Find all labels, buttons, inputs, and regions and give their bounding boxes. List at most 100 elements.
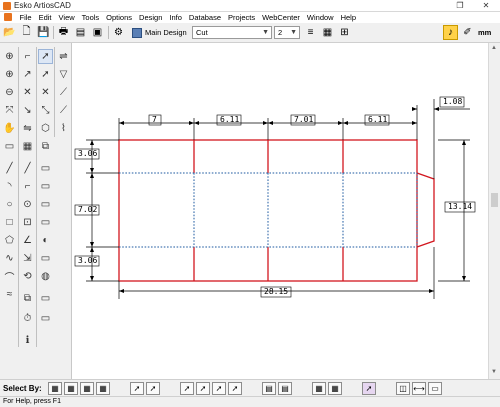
bleed-icon[interactable]: ▭ xyxy=(38,251,53,266)
corner-icon[interactable]: ⌐ xyxy=(20,179,35,194)
select-arrow-icon[interactable]: ➚ xyxy=(38,49,53,64)
snap-angle-icon[interactable]: ⌇ xyxy=(56,121,71,136)
select-crossing-icon[interactable]: ▦ xyxy=(96,382,110,395)
vertical-scrollbar[interactable]: ▲ ▼ xyxy=(488,43,500,379)
dim-height[interactable]: 13.14 xyxy=(448,202,472,211)
flap-icon[interactable]: ◐ xyxy=(38,233,53,248)
zoom-in-icon[interactable]: ⊕ xyxy=(2,49,17,64)
new-icon[interactable]: 🗋 xyxy=(19,25,34,40)
grid-icon[interactable]: ⊞ xyxy=(337,25,352,40)
dim-glue-flap[interactable]: 1.08 xyxy=(443,97,462,106)
select-pointage-icon[interactable]: ➚ xyxy=(228,382,242,395)
layer-icon[interactable]: ▭ xyxy=(38,291,53,306)
document-icon[interactable] xyxy=(4,13,12,21)
select-between-icon[interactable]: ◫ xyxy=(396,382,410,395)
ruler-icon[interactable]: ✐ xyxy=(460,25,475,40)
select-plus-icon[interactable]: ➚ xyxy=(38,67,53,82)
graphic-icon[interactable]: ◍ xyxy=(38,269,53,284)
dim-panel-3[interactable]: 7.01 xyxy=(294,115,313,124)
open-icon[interactable]: 📂 xyxy=(2,25,17,40)
view-icon[interactable]: ▣ xyxy=(90,25,105,40)
snap-mid-icon[interactable]: ⟋ xyxy=(56,85,71,100)
zoom-rect-icon[interactable]: ⊕ xyxy=(2,67,17,82)
dim-panel-2[interactable]: 6.11 xyxy=(220,115,239,124)
drawing-canvas[interactable]: 7 6.11 7.01 6.11 1.08 3.06 7.02 3.06 13.… xyxy=(72,43,488,379)
layers-icon[interactable]: ▤ xyxy=(73,25,88,40)
perf-icon[interactable]: ▭ xyxy=(38,197,53,212)
text-tool-icon[interactable]: ⊡ xyxy=(20,215,35,230)
arc-tool-icon[interactable]: ◝ xyxy=(2,179,17,194)
view-3d-icon[interactable]: ▭ xyxy=(2,139,17,154)
design-tree-icon[interactable]: ⚙ xyxy=(111,25,126,40)
menu-database[interactable]: Database xyxy=(185,13,224,22)
dim-body[interactable]: 7.02 xyxy=(78,205,97,214)
menu-info[interactable]: Info xyxy=(166,13,186,22)
info-icon[interactable]: ℹ xyxy=(20,333,35,348)
clear-select-icon[interactable]: ✕ xyxy=(38,85,53,100)
select-extend-icon[interactable]: ⟷ xyxy=(412,382,426,395)
select-outside-icon[interactable]: ▦ xyxy=(64,382,78,395)
line-tool-icon[interactable]: ╱ xyxy=(2,161,17,176)
menu-webcenter[interactable]: WebCenter xyxy=(259,13,304,22)
select-arc-icon[interactable]: ➚ xyxy=(196,382,210,395)
select-type-icon[interactable]: ➚ xyxy=(212,382,226,395)
dim-top-flap[interactable]: 3.06 xyxy=(78,149,97,158)
select-window-mode-icon[interactable]: ▭ xyxy=(428,382,442,395)
menu-options[interactable]: Options xyxy=(103,13,136,22)
extend-icon[interactable]: ↗ xyxy=(20,67,35,82)
sound-icon[interactable]: ♪ xyxy=(443,25,458,40)
dim-panel-4[interactable]: 6.11 xyxy=(368,115,387,124)
select-layer-icon[interactable]: ▤ xyxy=(262,382,276,395)
menu-window[interactable]: Window xyxy=(303,13,337,22)
line-type-select[interactable]: Cut ▼ xyxy=(192,26,272,39)
properties-icon[interactable]: ▦ xyxy=(320,25,335,40)
scroll-up-icon[interactable]: ▲ xyxy=(491,45,497,51)
crease-tool-icon[interactable]: ▭ xyxy=(38,179,53,194)
trim-icon[interactable]: ⌐ xyxy=(20,49,35,64)
menu-edit[interactable]: Edit xyxy=(35,13,55,22)
mirror-icon[interactable]: ⇋ xyxy=(20,121,35,136)
main-design-button[interactable]: Main Design xyxy=(132,25,188,40)
rotate-icon[interactable]: ⟲ xyxy=(20,269,35,284)
menu-file[interactable]: File xyxy=(16,13,35,22)
dim-panel-1[interactable]: 7 xyxy=(152,115,157,124)
select-text-icon[interactable]: ▦ xyxy=(328,382,342,395)
dim-bottom-flap[interactable]: 3.06 xyxy=(78,256,97,265)
select-item-icon[interactable]: ➚ xyxy=(130,382,144,395)
menu-design[interactable]: Design xyxy=(136,13,166,22)
bridge-icon[interactable]: ▭ xyxy=(38,215,53,230)
stretch-icon[interactable]: ↘ xyxy=(20,103,35,118)
polygon-tool-icon[interactable]: ⬠ xyxy=(2,233,17,248)
nest-icon[interactable]: ▦ xyxy=(20,139,35,154)
scroll-thumb[interactable] xyxy=(491,193,498,207)
wave-tool-icon[interactable]: ≈ xyxy=(2,287,17,302)
menu-help[interactable]: Help xyxy=(337,13,359,22)
rectangle-tool-icon[interactable]: □ xyxy=(2,215,17,230)
zoom-out-icon[interactable]: ⊖ xyxy=(2,85,17,100)
select-line-icon[interactable]: ➚ xyxy=(180,382,194,395)
bezier-tool-icon[interactable]: ∿ xyxy=(2,251,17,266)
fillet-tool-icon[interactable]: ⌒ xyxy=(2,269,17,284)
calc-icon[interactable]: ▭ xyxy=(38,311,53,326)
menu-projects[interactable]: Projects xyxy=(225,13,259,22)
snap-end-icon[interactable]: ▽ xyxy=(56,67,71,82)
select-window-icon[interactable]: ⤡ xyxy=(38,103,53,118)
select-inside-icon[interactable]: ▦ xyxy=(80,382,94,395)
menu-tools[interactable]: Tools xyxy=(78,13,103,22)
copy-icon[interactable]: ⧉ xyxy=(20,291,35,306)
circle-tool-icon[interactable]: ○ xyxy=(2,197,17,212)
group-icon[interactable]: ⧉ xyxy=(38,139,53,154)
move-icon[interactable]: ⇲ xyxy=(20,251,35,266)
close-window-button[interactable]: ✕ xyxy=(476,0,496,12)
menu-view[interactable]: View xyxy=(55,13,78,22)
select-region-icon[interactable]: ⬡ xyxy=(38,121,53,136)
select-all-icon[interactable]: ▦ xyxy=(48,382,62,395)
dimension-icon[interactable]: ⊙ xyxy=(20,197,35,212)
snap-line-icon[interactable]: ⟋ xyxy=(56,103,71,118)
select-dim-icon[interactable]: ▦ xyxy=(312,382,326,395)
pointage-select[interactable]: 2 ▼ xyxy=(274,26,300,39)
delete-line-icon[interactable]: ✕ xyxy=(20,85,35,100)
dim-overall[interactable]: 28.15 xyxy=(264,287,288,296)
select-group-icon[interactable]: ▤ xyxy=(278,382,292,395)
scroll-down-icon[interactable]: ▼ xyxy=(491,369,497,375)
